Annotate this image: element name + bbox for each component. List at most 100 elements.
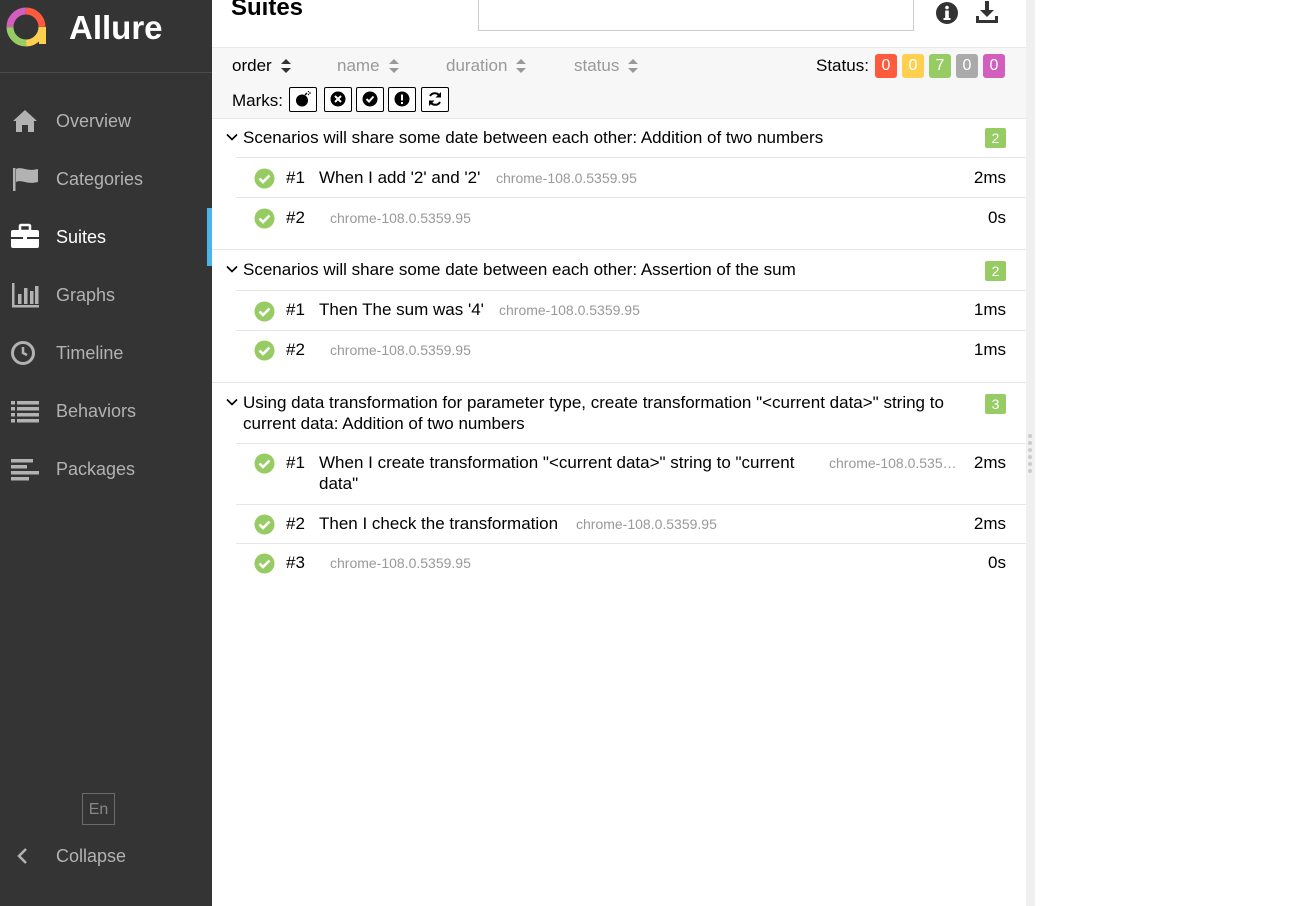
mark-flaky-button[interactable] [289,87,317,112]
sidebar-item-label: Suites [56,227,107,247]
suite-group-title: Scenarios will share some date between e… [243,128,824,147]
test-row[interactable]: #1 When I add '2' and '2' chrome-108.0.5… [236,158,1026,198]
splitter-grip-icon[interactable] [1028,434,1032,474]
marks-label: Marks: [232,91,283,110]
sidebar-item-behaviors[interactable]: Behaviors [0,382,212,440]
passed-status-icon [254,208,275,229]
test-duration: 2ms [973,168,1006,187]
info-icon[interactable] [934,0,960,26]
test-duration: 0s [988,208,1006,227]
test-parameter: chrome-108.0.5359.95 [330,342,471,358]
page-title: Suites [231,0,304,21]
status-skipped-badge[interactable]: 0 [956,54,978,78]
sidebar-item-categories[interactable]: Categories [0,150,212,208]
sort-icon [628,59,639,73]
briefcase-icon [11,223,39,248]
test-row[interactable]: #2 chrome-108.0.5359.95 1ms [236,331,1026,371]
test-name: Then I check the transformation [319,514,559,533]
passed-status-icon [254,301,275,322]
sidebar-item-timeline[interactable]: Timeline [0,324,212,382]
test-row[interactable]: #2 chrome-108.0.5359.95 0s [236,198,1026,238]
sort-name[interactable]: name [337,56,400,76]
status-label: Status: [816,56,869,75]
test-row[interactable]: #1 When I create transformation "<curren… [236,444,1026,504]
flag-icon [13,168,38,191]
sidebar-item-suites[interactable]: Suites [0,208,212,266]
chevron-down-icon [226,133,238,141]
mark-retries-button[interactable] [421,87,449,112]
sort-status-label: status [574,56,620,75]
status-broken-badge[interactable]: 0 [902,54,924,78]
status-passed-badge[interactable]: 7 [929,54,951,78]
download-icon[interactable] [974,0,1000,26]
status-unknown-badge[interactable]: 0 [983,54,1005,78]
status-failed-badge[interactable]: 0 [875,54,897,78]
suite-group-title: Scenarios will share some date between e… [243,260,796,279]
test-row[interactable]: #2 Then I check the transformation chrom… [236,505,1026,543]
sort-icon [516,59,527,73]
suite-group-header[interactable]: Using data transformation for parameter … [212,383,1026,443]
toolbar: order name duration status Status: 0 0 7… [212,47,1026,119]
test-number: #3 [286,553,305,572]
check-circle-icon [362,91,378,107]
test-row[interactable]: #3 chrome-108.0.5359.95 0s [236,544,1026,582]
test-duration: 1ms [973,300,1006,319]
test-number: #2 [286,514,305,533]
chevron-down-icon [226,265,238,273]
sort-icon [388,59,399,73]
test-parameter: chrome-108.0.5359.95 [330,210,471,226]
sidebar-item-label: Graphs [56,285,116,305]
times-circle-icon [330,91,346,107]
test-name: When I add '2' and '2' [319,168,481,187]
mark-new-broken-button[interactable] [388,87,416,112]
app-name: Allure [69,9,163,46]
passed-status-icon [254,340,275,361]
passed-status-icon [254,514,275,535]
passed-status-icon [254,168,275,189]
test-duration: 1ms [973,340,1006,359]
sidebar-item-overview[interactable]: Overview [0,92,212,150]
suite-group-header[interactable]: Scenarios will share some date between e… [212,118,1026,158]
sidebar-item-label: Packages [56,459,136,479]
test-parameter: chrome-108.0.5359.95 [576,516,717,532]
sidebar-item-label: Categories [56,169,144,189]
mark-new-passed-button[interactable] [356,87,384,112]
sidebar-item-label: Behaviors [56,401,137,421]
sidebar-item-graphs[interactable]: Graphs [0,266,212,324]
suite-count-badge: 3 [985,394,1006,414]
test-number: #1 [286,453,305,472]
exclamation-circle-icon [394,91,410,107]
test-parameter: chrome-108.0.5359.95 [499,302,640,318]
sidebar-item-packages[interactable]: Packages [0,440,212,498]
passed-status-icon [254,453,275,474]
clock-icon [11,341,35,365]
mark-new-failed-button[interactable] [324,87,352,112]
collapse-button[interactable]: Collapse [14,844,194,868]
search-input[interactable] [478,0,914,31]
sort-duration[interactable]: duration [446,56,527,76]
sidebar-item-label: Timeline [56,343,124,363]
sort-status[interactable]: status [574,56,639,76]
refresh-icon [429,92,441,106]
suites-pane: Suites order name duration status Status… [212,0,1026,906]
suite-count-badge: 2 [985,128,1006,148]
sort-order[interactable]: order [232,56,292,76]
suite-count-badge: 2 [985,261,1006,281]
test-name: Then The sum was '4' [319,300,484,319]
test-number: #1 [286,168,305,187]
test-row[interactable]: #1 Then The sum was '4' chrome-108.0.535… [236,291,1026,331]
sidebar: Allure Overview Categories Suites Graphs… [0,0,212,906]
suite-group-title: Using data transformation for parameter … [243,393,944,433]
suite-group-header[interactable]: Scenarios will share some date between e… [212,250,1026,290]
test-parameter: chrome-108.0.5359.95 [496,170,637,186]
bar-chart-icon [12,283,39,308]
brand[interactable]: Allure [0,0,212,73]
language-button[interactable]: En [82,793,115,825]
chevron-down-icon [226,398,238,406]
collapse-label: Collapse [56,846,127,866]
test-parameter: chrome-108.0.5359.95 [330,555,471,571]
sort-order-label: order [232,56,272,75]
chevron-left-icon [17,848,27,864]
home-icon [13,110,37,132]
passed-status-icon [254,553,275,574]
